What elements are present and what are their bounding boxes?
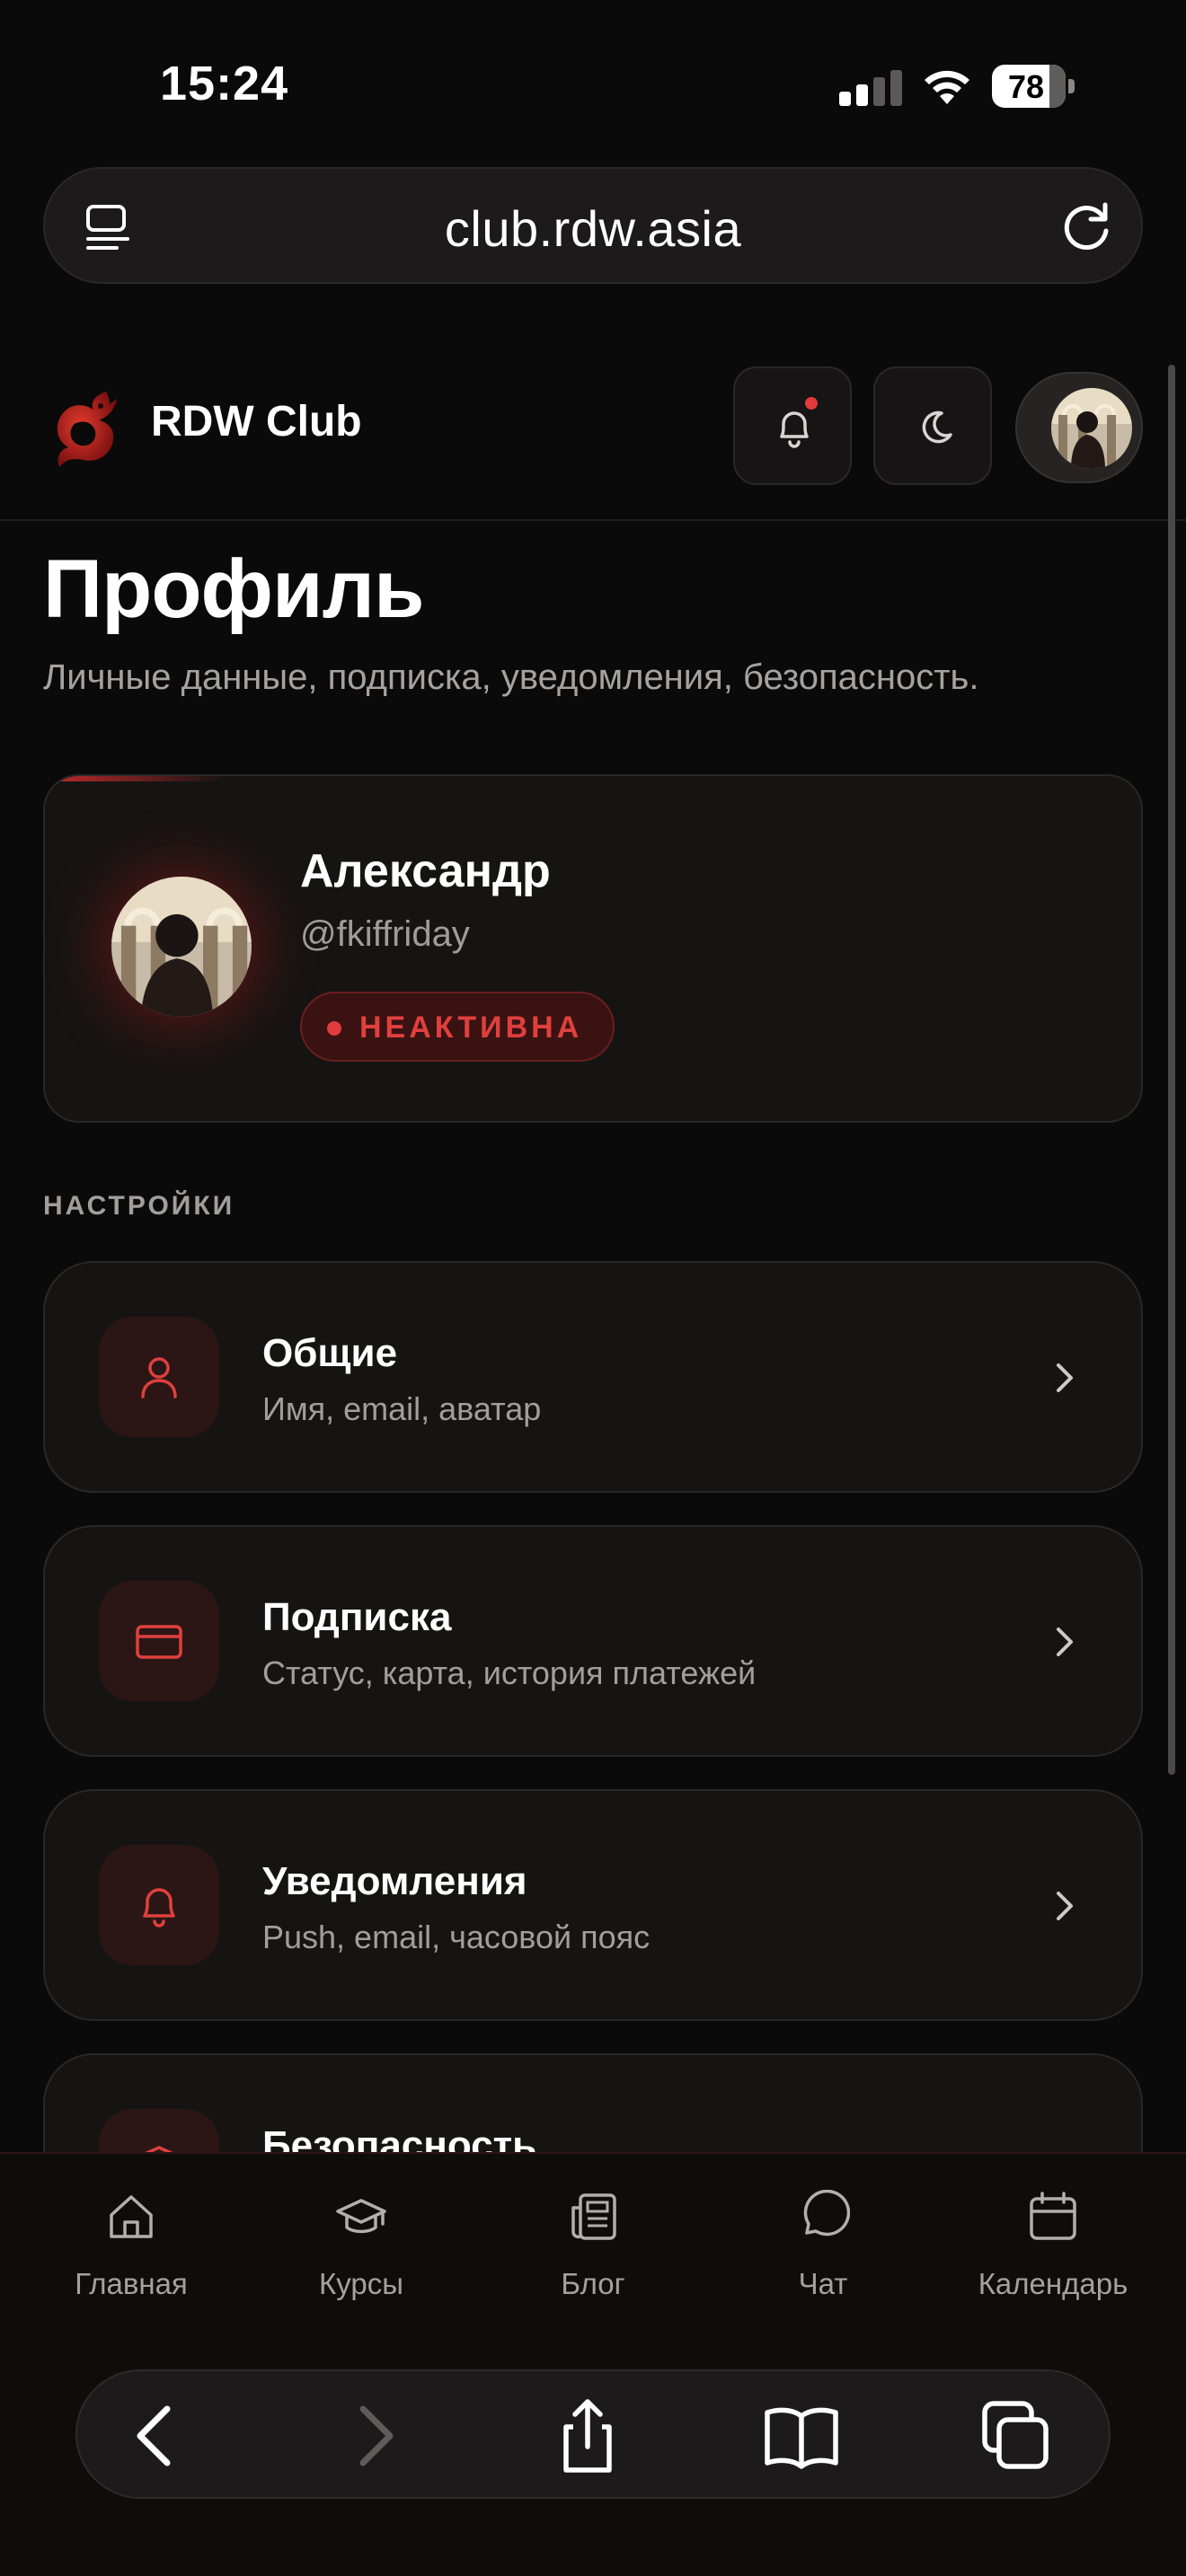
nav-item-courses[interactable]: Курсы <box>253 2190 469 2316</box>
settings-item-title: Уведомления <box>262 1859 527 1903</box>
card-accent-line <box>45 776 225 781</box>
forward-icon[interactable] <box>331 2395 413 2477</box>
nav-item-label: Главная <box>75 2267 188 2300</box>
url-text[interactable]: club.rdw.asia <box>45 199 1141 258</box>
nav-item-calendar[interactable]: Календарь <box>945 2190 1161 2316</box>
home-icon <box>110 2195 153 2238</box>
settings-item-general[interactable]: Общие Имя, email, аватар <box>43 1261 1143 1493</box>
newspaper-icon <box>571 2193 616 2240</box>
tabs-icon[interactable] <box>974 2395 1057 2477</box>
status-bar: 15:24 78 <box>0 0 1186 162</box>
settings-item-description: Push, email, часовой пояс <box>262 1919 651 1955</box>
brand-name: RDW Club <box>151 398 362 446</box>
nav-item-label: Календарь <box>978 2267 1128 2300</box>
theme-toggle-button[interactable] <box>873 366 992 485</box>
subscription-status-badge: НЕАКТИВНА <box>300 992 615 1062</box>
profile-avatar[interactable] <box>108 873 255 1020</box>
chat-bubble-icon <box>803 2190 850 2236</box>
cellular-signal-icon <box>839 70 902 106</box>
battery-level: 78 <box>1007 68 1045 105</box>
nav-item-home[interactable]: Главная <box>23 2190 239 2316</box>
status-text: НЕАКТИВНА <box>359 1010 583 1045</box>
page-subtitle: Личные данные, подписка, уведомления, бе… <box>43 657 979 697</box>
settings-item-title: Подписка <box>262 1595 452 1639</box>
credit-card-icon <box>136 1625 182 1659</box>
page-title: Профиль <box>43 543 425 635</box>
browser-toolbar <box>75 2369 1111 2499</box>
profile-card: Александр @fkiffriday НЕАКТИВНА <box>43 774 1143 1123</box>
settings-item-notifications[interactable]: Уведомления Push, email, часовой пояс <box>43 1789 1143 2021</box>
avatar <box>1051 388 1132 469</box>
settings-section-label: НАСТРОЙКИ <box>43 1191 235 1221</box>
nav-item-label: Блог <box>561 2267 625 2300</box>
url-bar[interactable]: club.rdw.asia <box>43 167 1143 284</box>
reload-icon[interactable] <box>1057 198 1116 257</box>
nav-item-label: Курсы <box>319 2267 403 2300</box>
rdw-dragon-logo[interactable] <box>43 386 126 476</box>
status-dot <box>327 1021 341 1036</box>
notifications-button[interactable] <box>733 366 852 485</box>
nav-item-chat[interactable]: Чат <box>715 2190 931 2316</box>
profile-handle: @fkiffriday <box>300 914 470 954</box>
scrollbar[interactable] <box>1168 365 1175 1775</box>
bookmarks-icon[interactable] <box>760 2395 843 2477</box>
bottom-nav: Главная Курсы Блог Чат Календарь <box>0 2152 1186 2576</box>
screen: 15:24 78 club.rdw.asia RDW Club Профиль … <box>0 0 1186 2576</box>
share-icon[interactable] <box>546 2395 629 2477</box>
graduation-cap-icon <box>336 2199 386 2234</box>
wifi-icon <box>925 70 969 104</box>
back-icon[interactable] <box>117 2395 199 2477</box>
user-icon <box>141 1357 177 1398</box>
moon-icon <box>922 410 952 444</box>
bell-icon <box>143 1888 175 1928</box>
settings-item-description: Имя, email, аватар <box>262 1390 542 1427</box>
battery-icon: 78 <box>992 65 1075 108</box>
app-header: RDW Club <box>0 350 1186 521</box>
settings-item-title: Общие <box>262 1331 398 1375</box>
status-time: 15:24 <box>160 57 289 110</box>
nav-item-blog[interactable]: Блог <box>485 2190 701 2316</box>
profile-name: Александр <box>300 845 551 897</box>
chevron-right-icon <box>1057 1628 1073 1656</box>
notification-dot <box>805 397 818 410</box>
calendar-icon <box>1030 2192 1076 2240</box>
chevron-right-icon <box>1057 1363 1073 1392</box>
settings-item-description: Статус, карта, история платежей <box>262 1654 757 1691</box>
chevron-right-icon <box>1057 1892 1073 1920</box>
settings-item-subscription[interactable]: Подписка Статус, карта, история платежей <box>43 1525 1143 1757</box>
user-avatar-button[interactable] <box>1015 372 1143 483</box>
nav-item-label: Чат <box>798 2267 848 2300</box>
